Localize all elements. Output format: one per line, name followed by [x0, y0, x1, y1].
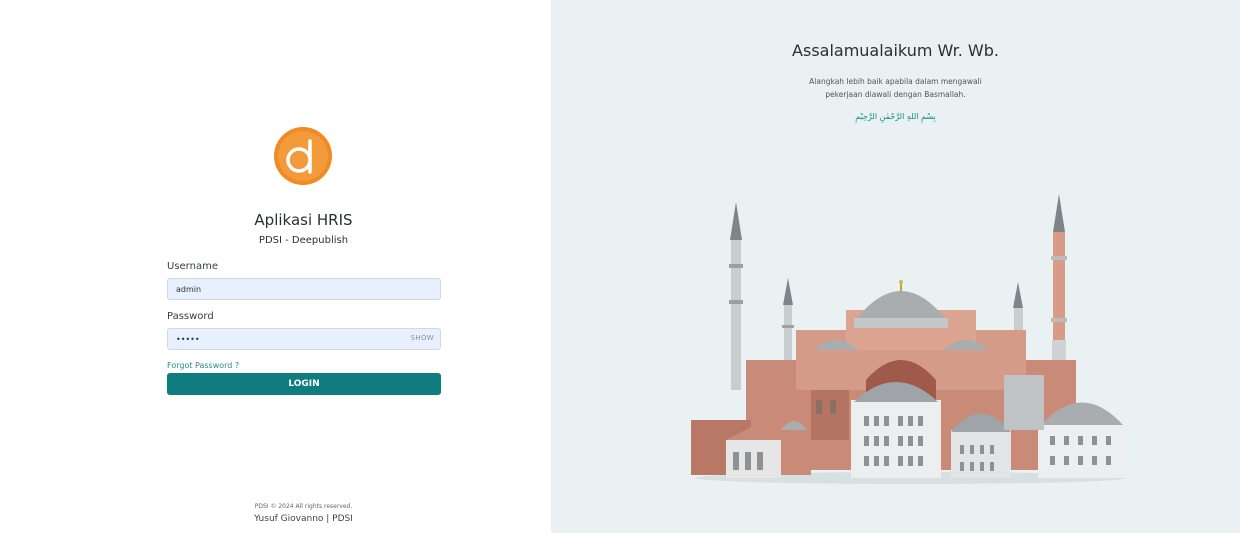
password-label: Password	[167, 311, 214, 322]
description-line-1: Alangkah lebih baik apabila dalam mengaw…	[809, 77, 982, 86]
password-input[interactable]	[176, 329, 396, 349]
password-field-wrapper[interactable]: SHOW	[167, 328, 441, 350]
username-input[interactable]	[176, 279, 396, 299]
login-button[interactable]: LOGIN	[167, 373, 441, 395]
show-password-toggle[interactable]: SHOW	[411, 334, 434, 342]
copyright-text: PDSI © 2024 All rights reserved.	[254, 503, 353, 510]
description-line-2: pekerjaan diawali dengan Basmallah.	[825, 90, 966, 99]
deepublish-logo	[274, 127, 332, 185]
username-label: Username	[167, 261, 218, 272]
greeting-title: Assalamualaikum Wr. Wb.	[792, 41, 999, 60]
author-credit: Yusuf Giovanno | PDSI	[254, 514, 353, 524]
app-title: Aplikasi HRIS	[254, 211, 353, 229]
forgot-password-link[interactable]: Forgot Password ?	[167, 361, 239, 370]
app-subtitle: PDSI - Deepublish	[258, 235, 349, 246]
basmallah-text: بِسْمِ اللهِ الرَّحْمٰنِ الرَّحِيْمِ	[855, 112, 936, 121]
login-panel: Aplikasi HRIS PDSI - Deepublish Username…	[0, 0, 551, 537]
mosque-illustration	[691, 194, 1126, 484]
username-field-wrapper[interactable]	[167, 278, 441, 300]
greeting-description: Alangkah lebih baik apabila dalam mengaw…	[551, 75, 1240, 101]
welcome-panel: Assalamualaikum Wr. Wb. Alangkah lebih b…	[551, 0, 1240, 533]
